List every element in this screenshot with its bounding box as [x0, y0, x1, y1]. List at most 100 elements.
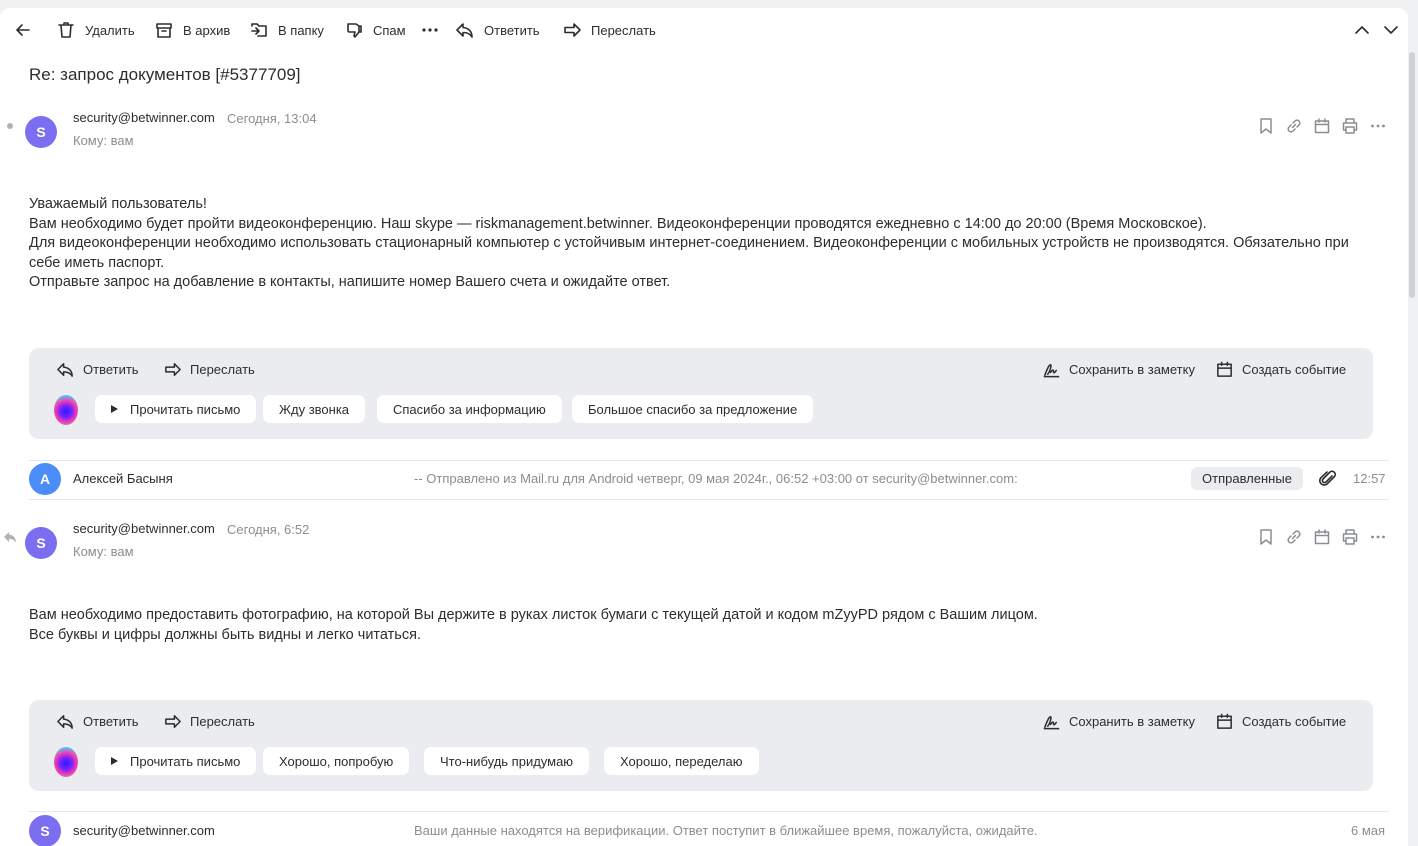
collapsed-snippet[interactable]: -- Отправлено из Mail.ru для Android чет…: [414, 471, 1018, 486]
recipient-line[interactable]: Кому: вам: [73, 544, 134, 559]
create-event-button[interactable]: Создать событие: [1215, 360, 1346, 379]
mail-reader-panel: Удалить В архив В папку Спам Ответить Пе…: [0, 8, 1408, 846]
play-icon: [111, 405, 118, 413]
folder-badge[interactable]: Отправленные: [1191, 467, 1303, 490]
calendar-icon[interactable]: [1313, 117, 1331, 135]
quick-reply-button[interactable]: Ответить: [56, 360, 139, 379]
message-date: Сегодня, 13:04: [227, 111, 317, 126]
print-icon[interactable]: [1341, 528, 1359, 546]
collapsed-sender[interactable]: Алексей Басыня: [73, 471, 173, 486]
signature-icon: [1043, 715, 1060, 730]
collapsed-sender[interactable]: security@betwinner.com: [73, 823, 215, 838]
avatar[interactable]: А: [29, 463, 61, 495]
body-line: Уважаемый пользователь!: [29, 196, 207, 212]
avatar[interactable]: S: [25, 116, 57, 148]
move-to-folder-button[interactable]: В папку: [249, 14, 324, 46]
replied-icon: [4, 532, 16, 543]
forward-button[interactable]: Переслать: [562, 14, 656, 46]
save-to-note-label: Сохранить в заметку: [1069, 714, 1195, 729]
avatar[interactable]: S: [25, 527, 57, 559]
create-event-label: Создать событие: [1242, 714, 1347, 729]
sender-email[interactable]: security@betwinner.com: [73, 110, 215, 125]
message-actions: [1257, 117, 1387, 135]
forward-icon: [165, 363, 181, 376]
more-horizontal-icon: [422, 28, 438, 32]
read-aloud-button[interactable]: Прочитать письмо: [95, 395, 257, 423]
scrollbar-thumb[interactable]: [1409, 52, 1415, 298]
folder-move-icon: [251, 23, 267, 37]
message-date: Сегодня, 6:52: [227, 522, 310, 537]
suggestion-chip[interactable]: Спасибо за информацию: [377, 395, 562, 423]
toolbar: Удалить В архив В папку Спам Ответить Пе…: [0, 8, 1408, 52]
quick-forward-button[interactable]: Переслать: [163, 712, 255, 731]
prev-message-button[interactable]: [1352, 14, 1381, 46]
suggestion-chip[interactable]: Большое спасибо за предложение: [572, 395, 814, 423]
body-line: Вам необходимо предоставить фотографию, …: [29, 607, 1038, 623]
message-body: Вам необходимо предоставить фотографию, …: [29, 606, 1379, 645]
print-icon[interactable]: [1341, 117, 1359, 135]
suggestion-chip[interactable]: Что-нибудь придумаю: [424, 747, 590, 775]
archive-label: В архив: [183, 22, 231, 38]
create-event-button[interactable]: Создать событие: [1215, 712, 1346, 731]
bookmark-icon[interactable]: [1257, 528, 1275, 546]
message-subject: Re: запрос документов [#5377709]: [29, 65, 301, 84]
assistant-orb-icon[interactable]: [54, 747, 78, 777]
suggestion-chip[interactable]: Жду звонка: [263, 395, 366, 423]
body-line: Все буквы и цифры должны быть видны и ле…: [29, 626, 421, 643]
spam-button[interactable]: Спам: [344, 14, 406, 46]
signature-icon: [1043, 363, 1060, 378]
next-message-button[interactable]: [1381, 14, 1408, 46]
create-event-label: Создать событие: [1242, 362, 1347, 377]
save-to-note-button[interactable]: Сохранить в заметку: [1042, 712, 1195, 731]
message-actions: [1257, 528, 1387, 546]
bookmark-icon[interactable]: [1257, 117, 1275, 135]
calendar-icon[interactable]: [1313, 528, 1331, 546]
read-aloud-label: Прочитать письмо: [130, 753, 241, 769]
delete-label: Удалить: [85, 22, 135, 38]
trash-icon: [58, 22, 74, 38]
unread-dot[interactable]: [7, 123, 13, 129]
link-icon[interactable]: [1285, 117, 1303, 135]
quick-actions-panel: Ответить Переслать Сохранить в заметку С…: [29, 700, 1373, 791]
delete-button[interactable]: Удалить: [56, 14, 135, 46]
quick-reply-label: Ответить: [83, 714, 139, 729]
save-to-note-label: Сохранить в заметку: [1069, 362, 1195, 377]
calendar-icon: [1217, 361, 1232, 377]
quick-actions-panel: Ответить Переслать Сохранить в заметку С…: [29, 348, 1373, 439]
save-to-note-button[interactable]: Сохранить в заметку: [1042, 360, 1195, 379]
thumb-down-icon: [347, 23, 362, 38]
sender-email[interactable]: security@betwinner.com: [73, 521, 215, 536]
suggestion-chip[interactable]: Хорошо, переделаю: [604, 747, 759, 775]
move-to-folder-label: В папку: [278, 22, 324, 38]
recipient-line[interactable]: Кому: вам: [73, 133, 134, 148]
quick-forward-button[interactable]: Переслать: [163, 360, 255, 379]
read-aloud-button[interactable]: Прочитать письмо: [95, 747, 257, 775]
suggestion-chip[interactable]: Хорошо, попробую: [263, 747, 410, 775]
read-aloud-label: Прочитать письмо: [130, 401, 241, 417]
quick-reply-button[interactable]: Ответить: [56, 712, 139, 731]
body-line: Для видеоконференции необходимо использо…: [29, 235, 1349, 271]
reply-label: Ответить: [484, 22, 540, 38]
forward-icon: [165, 715, 181, 728]
arrow-left-icon: [16, 24, 30, 36]
assistant-orb-icon[interactable]: [54, 395, 78, 425]
forward-icon: [564, 23, 581, 37]
avatar[interactable]: S: [29, 815, 61, 846]
more-horizontal-icon[interactable]: [1369, 528, 1387, 546]
archive-button[interactable]: В архив: [154, 14, 230, 46]
paperclip-icon: [1318, 470, 1336, 486]
calendar-icon: [1217, 713, 1232, 729]
divider: [29, 499, 1389, 500]
body-line: Вам необходимо будет пройти видеоконфере…: [29, 215, 1207, 232]
archive-icon: [156, 23, 172, 38]
link-icon[interactable]: [1285, 528, 1303, 546]
reply-icon: [456, 23, 473, 38]
reply-button[interactable]: Ответить: [455, 14, 540, 46]
message-body: Уважаемый пользователь! Вам необходимо б…: [29, 195, 1379, 293]
collapsed-snippet[interactable]: Ваши данные находятся на верификации. От…: [414, 823, 1038, 838]
reply-icon: [57, 363, 73, 377]
more-button[interactable]: [420, 14, 449, 46]
more-horizontal-icon[interactable]: [1369, 117, 1387, 135]
collapsed-time: 6 мая: [1351, 823, 1386, 838]
back-button[interactable]: [13, 14, 42, 46]
